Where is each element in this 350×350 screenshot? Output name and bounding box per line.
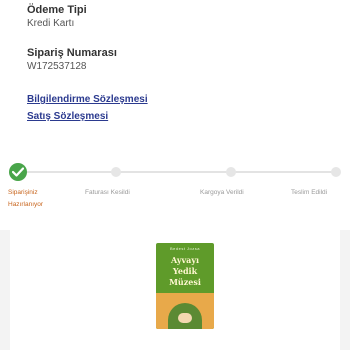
order-number-label: Sipariş Numarası bbox=[27, 47, 117, 59]
tracker-line bbox=[26, 171, 336, 173]
step-1-label-line1: Siparişiniz bbox=[8, 189, 38, 196]
sales-agreement-link[interactable]: Satış Sözleşmesi bbox=[27, 111, 108, 122]
cover-brand: Bedest Jozsa bbox=[169, 246, 200, 251]
step-3-label: Kargoya Verildi bbox=[200, 189, 244, 196]
payment-type-value: Kredi Kartı bbox=[27, 18, 75, 29]
check-icon bbox=[12, 167, 24, 177]
step-4-label: Teslim Edildi bbox=[291, 189, 328, 196]
step-1-label: Siparişiniz Hazırlanıyor bbox=[8, 187, 43, 211]
product-section: Bedest Jozsa Ayvayı Yedik Müzesi bbox=[0, 230, 350, 350]
order-status-tracker: Siparişiniz Hazırlanıyor Faturası Kesild… bbox=[0, 160, 350, 220]
step-2-label: Faturası Kesildi bbox=[85, 189, 130, 196]
cover-face bbox=[178, 313, 192, 323]
step-1-done-dot bbox=[9, 163, 27, 181]
step-1-label-line2: Hazırlanıyor bbox=[8, 201, 44, 208]
product-card[interactable]: Bedest Jozsa Ayvayı Yedik Müzesi bbox=[10, 230, 340, 350]
step-3-dot bbox=[226, 167, 236, 177]
step-4-dot bbox=[331, 167, 341, 177]
cover-title-line3: Müzesi bbox=[169, 277, 201, 287]
order-number-value: W172537128 bbox=[27, 61, 87, 72]
info-agreement-link[interactable]: Bilgilendirme Sözleşmesi bbox=[27, 94, 148, 105]
step-2-dot bbox=[111, 167, 121, 177]
cover-illustration bbox=[156, 293, 214, 329]
cover-title-line2: Yedik bbox=[172, 266, 198, 276]
cover-title-line1: Ayvayı bbox=[170, 255, 200, 265]
payment-type-label: Ödeme Tipi bbox=[27, 4, 87, 16]
product-image[interactable]: Bedest Jozsa Ayvayı Yedik Müzesi bbox=[156, 243, 214, 329]
